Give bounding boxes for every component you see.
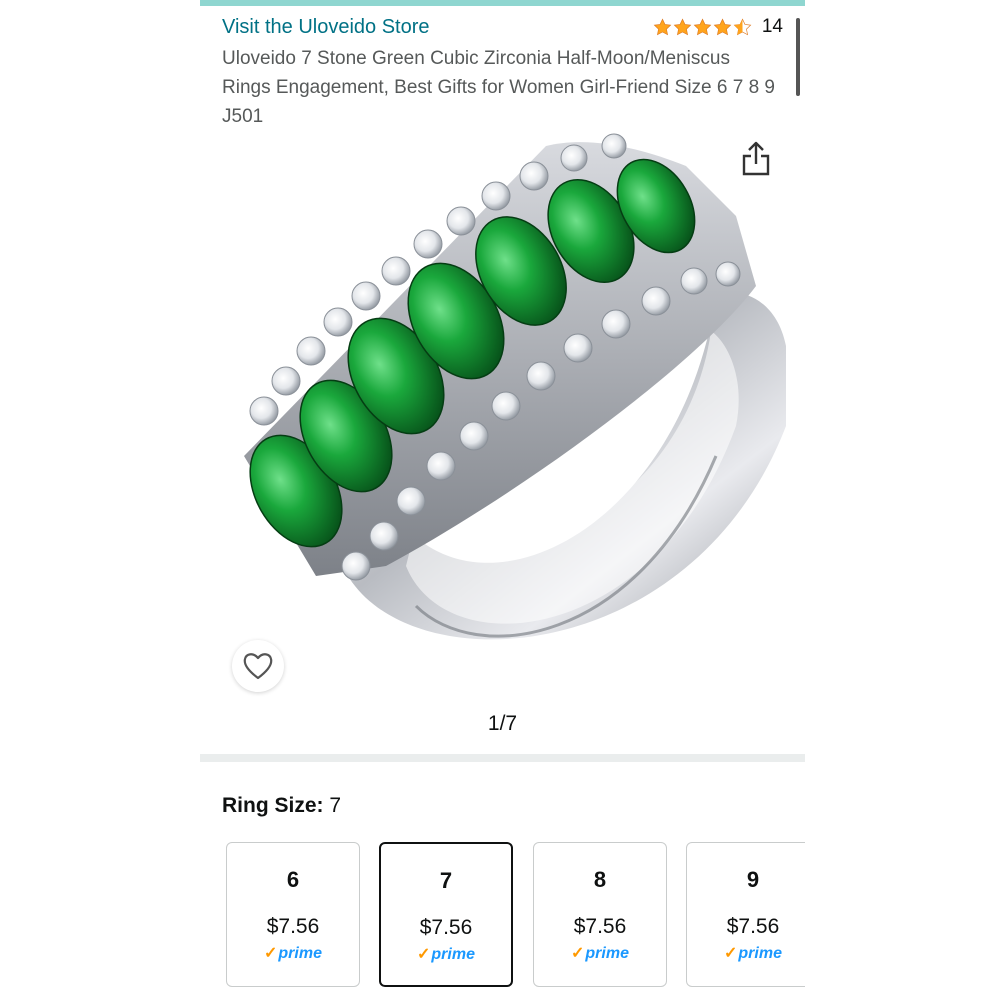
- rating-summary[interactable]: 14: [653, 16, 783, 38]
- heart-icon: [243, 653, 273, 680]
- product-page: Visit the Uloveido Store 14 Uloveido 7 S…: [200, 0, 805, 1000]
- prime-badge: ✓prime: [264, 945, 322, 962]
- image-counter: 1/7: [487, 712, 518, 735]
- size-price: $7.56: [573, 915, 627, 938]
- star-full-icon: [693, 17, 712, 35]
- star-rating: [653, 17, 752, 37]
- prime-check-icon: ✓: [264, 945, 278, 962]
- rating-count: 14: [761, 16, 783, 37]
- size-option-7[interactable]: 7 $7.56 ✓prime: [379, 842, 513, 987]
- size-value: 7: [439, 868, 453, 893]
- ring-size-label: Ring Size: 7: [222, 794, 341, 818]
- prime-check-icon: ✓: [571, 945, 585, 962]
- size-option-8[interactable]: 8 $7.56 ✓prime: [533, 842, 667, 987]
- prime-badge: ✓prime: [417, 946, 475, 963]
- variation-label: Ring Size:: [222, 794, 324, 817]
- wishlist-button[interactable]: [232, 640, 284, 692]
- prime-badge: ✓prime: [571, 945, 629, 962]
- size-option-9[interactable]: 9 $7.56 ✓prime: [686, 842, 805, 987]
- star-full-icon: [653, 17, 672, 35]
- visit-store-link[interactable]: Visit the Uloveido Store: [222, 16, 430, 39]
- scrollbar[interactable]: [796, 18, 800, 96]
- share-button[interactable]: [738, 140, 774, 178]
- star-half-icon: [733, 17, 752, 35]
- star-full-icon: [673, 17, 692, 35]
- share-icon: [742, 141, 770, 176]
- size-price: $7.56: [726, 915, 780, 938]
- size-value: 9: [746, 867, 760, 892]
- section-divider: [200, 754, 805, 762]
- prime-badge: ✓prime: [724, 945, 782, 962]
- size-option-6[interactable]: 6 $7.56 ✓prime: [226, 842, 360, 987]
- top-strip: [200, 0, 805, 6]
- prime-check-icon: ✓: [724, 945, 738, 962]
- star-full-icon: [713, 17, 732, 35]
- product-image[interactable]: [216, 126, 790, 696]
- variation-selected-value: 7: [329, 794, 342, 817]
- prime-check-icon: ✓: [417, 946, 431, 963]
- size-price: $7.56: [419, 916, 473, 939]
- size-price: $7.56: [266, 915, 320, 938]
- product-title: Uloveido 7 Stone Green Cubic Zirconia Ha…: [222, 48, 775, 127]
- size-value: 6: [286, 867, 300, 892]
- size-value: 8: [593, 867, 607, 892]
